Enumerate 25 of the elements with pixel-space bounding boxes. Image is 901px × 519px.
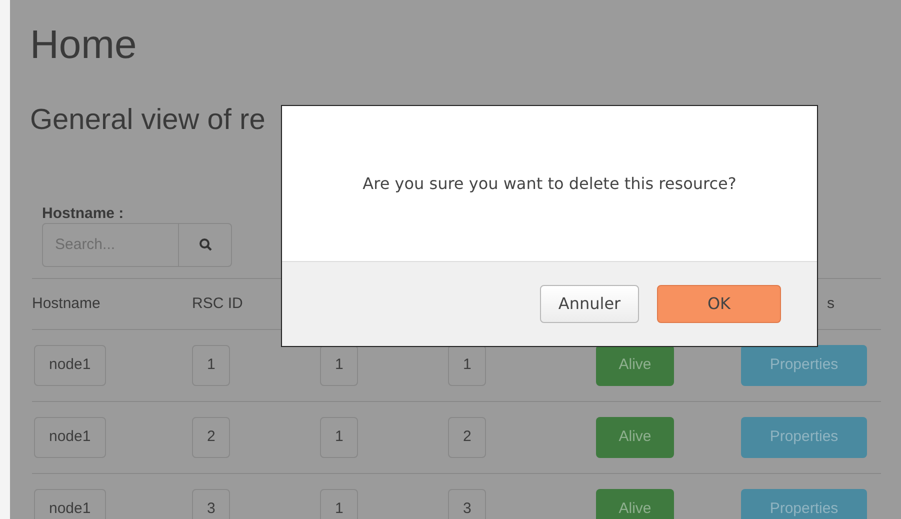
search-icon [198,238,212,252]
id-value: 3 [448,489,486,519]
id-value: 2 [448,417,486,458]
page-title: Home [30,23,138,67]
column-header: s [827,294,836,314]
ok-button[interactable]: OK [657,285,781,323]
hostname-value: node1 [34,417,106,458]
status-label: Alive [596,489,674,519]
section-heading: General view of re [30,105,266,137]
properties-button[interactable]: Properties [741,489,867,519]
cancel-button[interactable]: Annuler [540,285,639,323]
column-header: Hostname [32,294,102,314]
status-label: Alive [596,345,674,386]
id-value: 1 [320,417,358,458]
column-header: RSC ID [192,294,244,314]
status-label: Alive [596,417,674,458]
properties-button[interactable]: Properties [741,345,867,386]
properties-button[interactable]: Properties [741,417,867,458]
filter-label: Hostname : [42,206,125,222]
hostname-value: node1 [34,345,106,386]
id-value: 1 [192,345,230,386]
hostname-value: node1 [34,489,106,519]
id-value: 2 [192,417,230,458]
id-value: 1 [320,489,358,519]
id-value: 3 [192,489,230,519]
